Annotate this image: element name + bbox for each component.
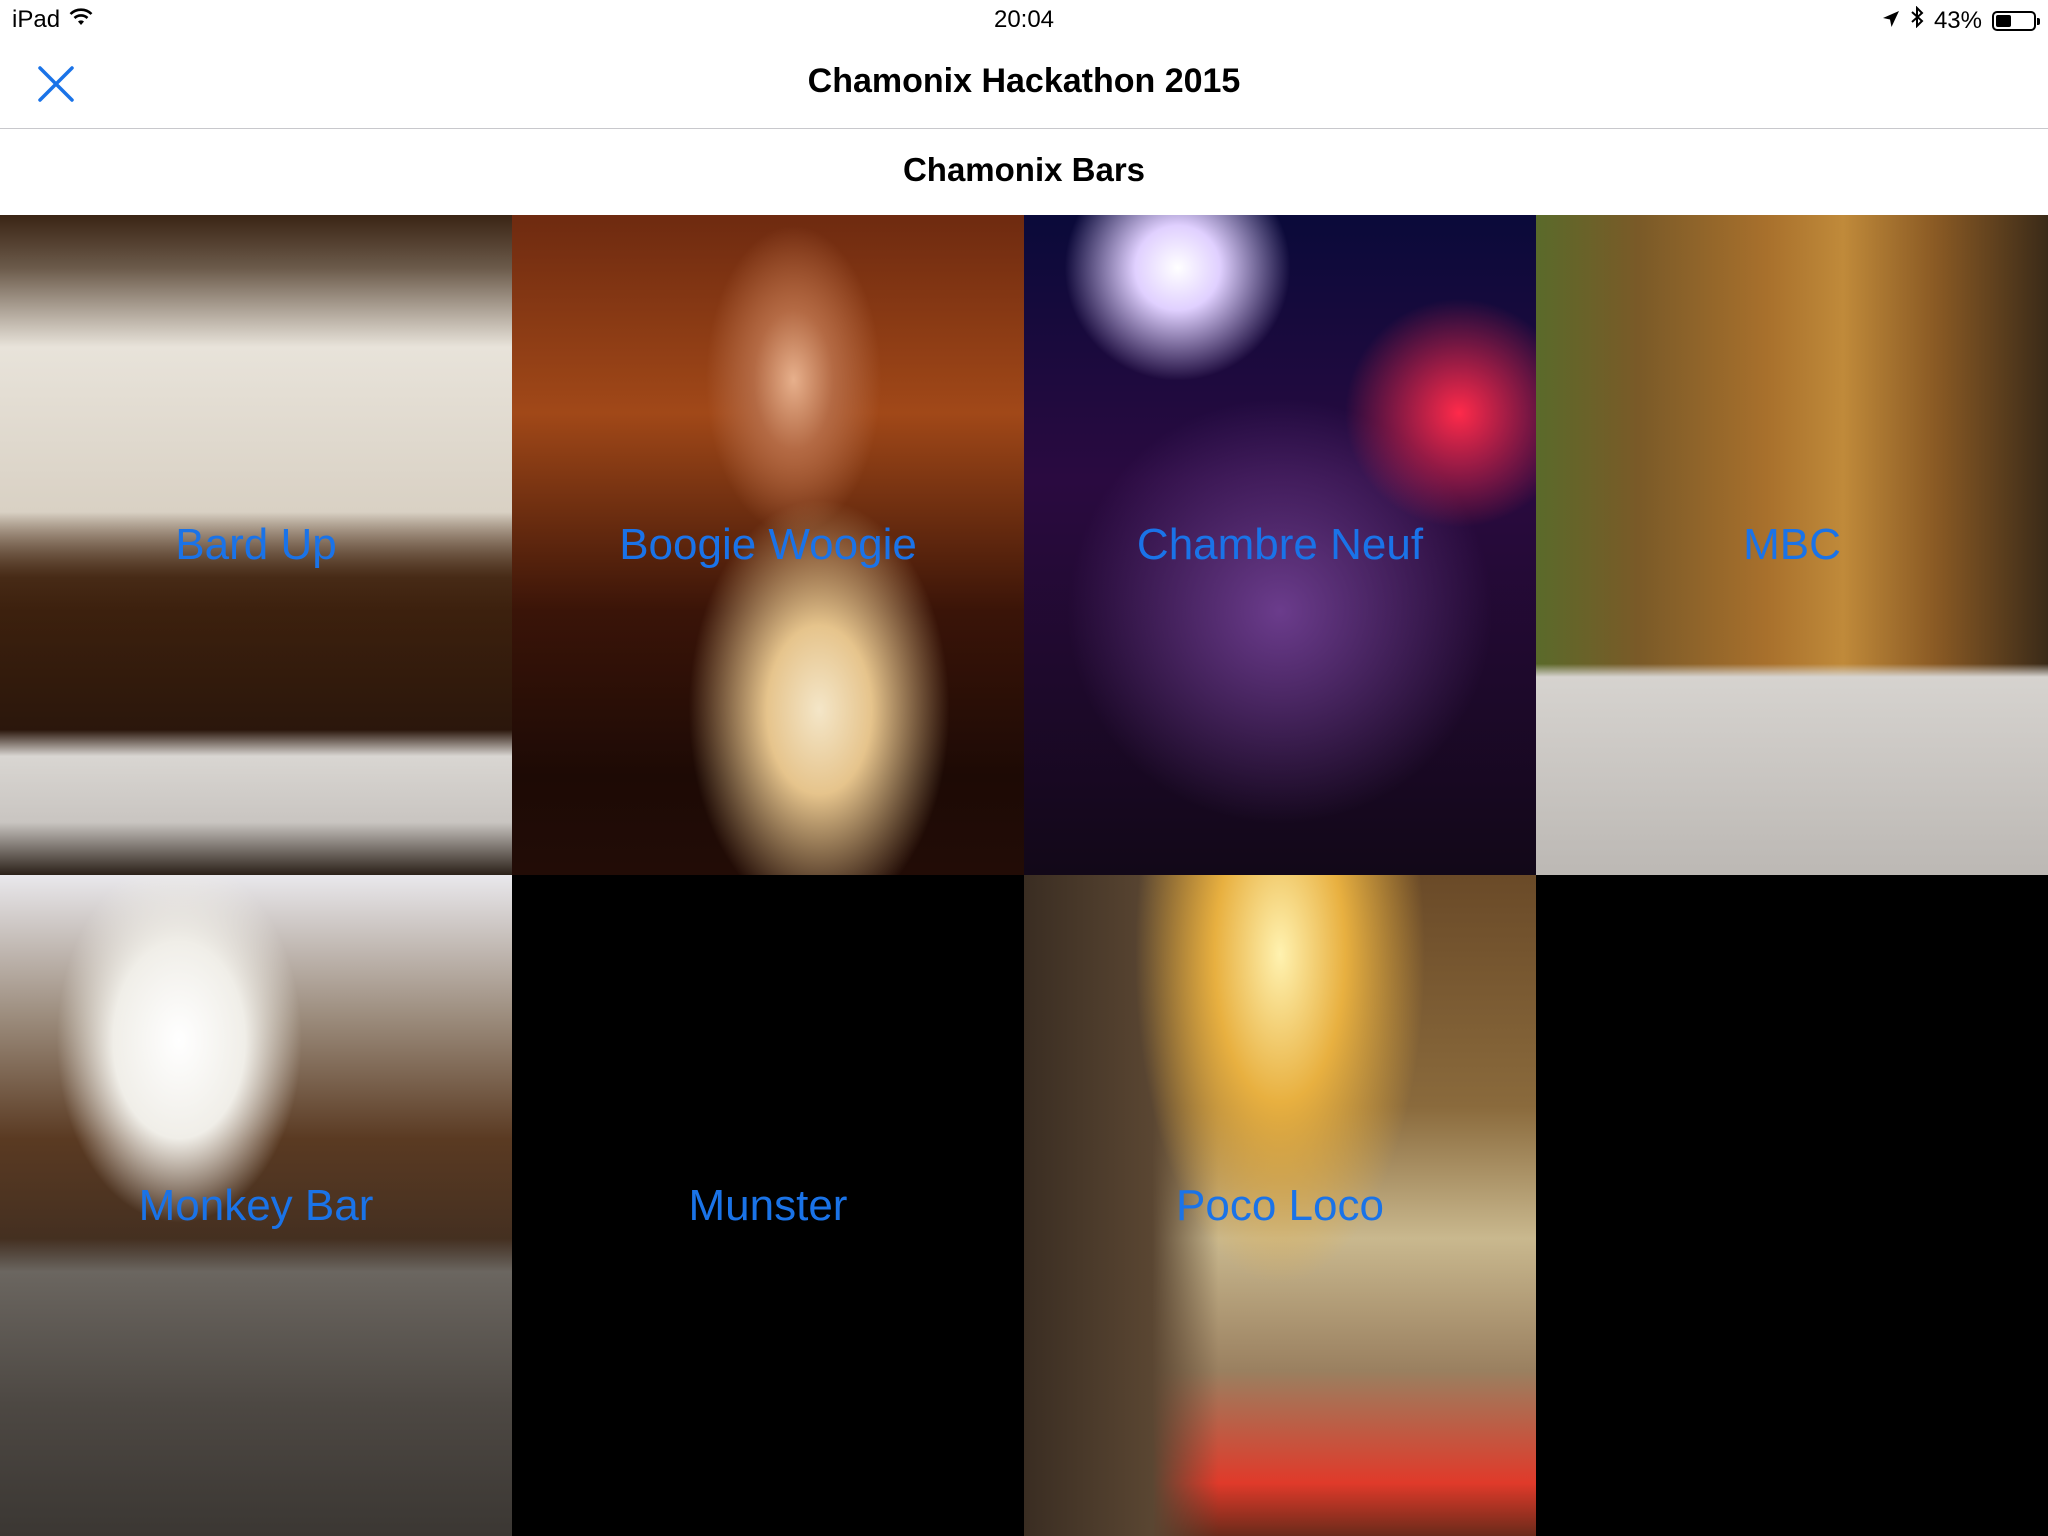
bar-name: Chambre Neuf xyxy=(1136,520,1424,569)
battery-icon xyxy=(1992,10,2040,31)
empty-cell xyxy=(1536,875,2048,1536)
bar-name: Poco Loco xyxy=(1176,1180,1384,1230)
bluetooth-icon xyxy=(1910,5,1924,35)
section-title: Chamonix Bars xyxy=(902,151,1146,188)
bar-tile-chambre-neuf[interactable]: Chambre Neuf xyxy=(1024,215,1536,875)
bar-name: Boogie Woogie xyxy=(619,520,917,569)
battery-level xyxy=(1996,14,2011,27)
bar-tile-mbc[interactable]: MBC xyxy=(1536,215,2048,875)
bar-tile-monkey-bar[interactable]: Monkey Bar xyxy=(0,875,512,1536)
bar-name: Monkey Bar xyxy=(138,1180,374,1230)
bar-tile-munster[interactable]: Munster xyxy=(512,875,1024,1536)
location-arrow-icon xyxy=(1882,7,1900,35)
status-right: 43% xyxy=(1882,5,2040,35)
bar-name: MBC xyxy=(1743,520,1841,569)
status-bar: iPad 20:04 43% xyxy=(0,0,2048,40)
status-time: 20:04 xyxy=(993,6,1055,33)
section-header: Chamonix Bars xyxy=(0,129,2048,215)
bar-grid: Bard Up Boogie Woogie Chambre Neuf MBC M… xyxy=(0,215,2048,1536)
bar-tile-boogie-woogie[interactable]: Boogie Woogie xyxy=(512,215,1024,875)
bar-tile-bard-up[interactable]: Bard Up xyxy=(0,215,512,875)
bar-tile-poco-loco[interactable]: Poco Loco xyxy=(1024,875,1536,1536)
empty-tile xyxy=(1536,875,2048,1536)
navigation-bar: Chamonix Hackathon 2015 xyxy=(0,40,2048,129)
bar-name: Munster xyxy=(688,1180,848,1230)
page-title: Chamonix Hackathon 2015 xyxy=(807,62,1241,100)
battery-percent: 43% xyxy=(1933,6,1982,34)
bar-name: Bard Up xyxy=(175,520,337,569)
